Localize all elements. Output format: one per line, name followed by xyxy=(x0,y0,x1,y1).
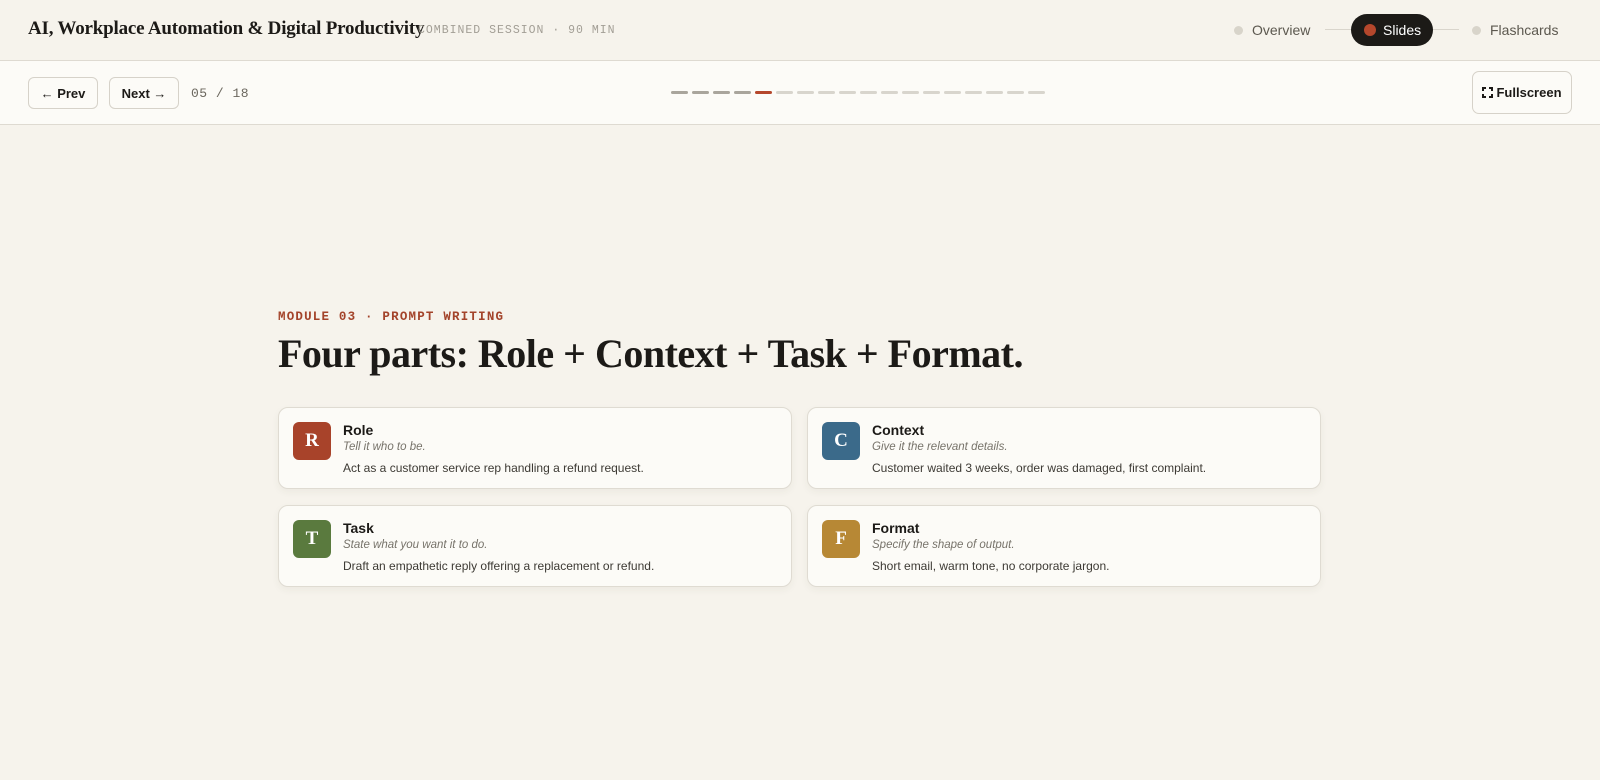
step-connector xyxy=(1325,29,1351,30)
slide-counter: 05 / 18 xyxy=(191,86,250,101)
fullscreen-button[interactable]: Fullscreen xyxy=(1472,71,1572,114)
fullscreen-label: Fullscreen xyxy=(1496,85,1562,100)
card-name: Task xyxy=(343,520,374,536)
tab-flashcards[interactable]: Flashcards xyxy=(1472,14,1558,46)
step-dot-icon xyxy=(1234,25,1243,35)
card-hint: State what you want it to do. xyxy=(343,539,488,551)
step-connector xyxy=(1433,29,1459,30)
progress-segment[interactable] xyxy=(734,91,751,94)
card-task: T Task State what you want it to do. Dra… xyxy=(278,505,792,587)
progress-segment[interactable] xyxy=(923,91,940,94)
card-description: Act as a customer service rep handling a… xyxy=(343,461,644,475)
tab-overview-label: Overview xyxy=(1252,22,1311,38)
card-description: Draft an empathetic reply offering a rep… xyxy=(343,559,655,573)
top-bar: AI, Workplace Automation & Digital Produ… xyxy=(0,0,1600,61)
step-dot-icon xyxy=(1472,25,1481,35)
slide-title: Four parts: Role + Context + Task + Form… xyxy=(278,331,1024,376)
progress-segment[interactable] xyxy=(713,91,730,94)
progress-segment[interactable] xyxy=(692,91,709,94)
progress-segment[interactable] xyxy=(818,91,835,94)
card-name: Role xyxy=(343,422,374,438)
card-format: F Format Specify the shape of output. Sh… xyxy=(807,505,1321,587)
card-context: C Context Give it the relevant details. … xyxy=(807,407,1321,489)
progress-segment[interactable] xyxy=(860,91,877,94)
card-description: Customer waited 3 weeks, order was damag… xyxy=(872,461,1207,475)
progress-segment[interactable] xyxy=(986,91,1003,94)
card-name: Context xyxy=(872,422,925,438)
card-hint: Give it the relevant details. xyxy=(872,441,1008,453)
slide-content: MODULE 03 · PROMPT WRITING Four parts: R… xyxy=(278,310,1322,587)
progress-segment[interactable] xyxy=(944,91,961,94)
mode-stepper: Overview Slides Flashcards xyxy=(1200,14,1600,46)
slide-eyebrow: MODULE 03 · PROMPT WRITING xyxy=(278,310,505,324)
card-role: R Role Tell it who to be. Act as a custo… xyxy=(278,407,792,489)
fullscreen-icon xyxy=(1482,87,1494,98)
progress-segment[interactable] xyxy=(1028,91,1045,94)
progress-segment[interactable] xyxy=(797,91,814,94)
tab-overview[interactable]: Overview xyxy=(1234,14,1310,46)
progress-segment[interactable] xyxy=(1007,91,1024,94)
progress-segment[interactable] xyxy=(671,91,688,94)
tab-slides-label: Slides xyxy=(1383,22,1422,38)
tab-slides[interactable]: Slides xyxy=(1351,14,1433,46)
task-badge: T xyxy=(293,520,331,558)
card-hint: Tell it who to be. xyxy=(343,441,426,453)
prev-button[interactable]: ← Prev xyxy=(28,77,98,109)
progress-segment[interactable] xyxy=(839,91,856,94)
tab-flashcards-label: Flashcards xyxy=(1490,22,1559,38)
app-title: AI, Workplace Automation & Digital Produ… xyxy=(28,18,425,39)
slide-progress xyxy=(671,91,1045,94)
context-badge: C xyxy=(822,422,860,460)
step-dot-icon xyxy=(1364,24,1376,36)
card-name: Format xyxy=(872,520,920,536)
progress-segment[interactable] xyxy=(776,91,793,94)
progress-segment[interactable] xyxy=(902,91,919,94)
role-badge: R xyxy=(293,422,331,460)
session-meta: COMBINED SESSION · 90 MIN xyxy=(418,24,616,37)
progress-segment[interactable] xyxy=(881,91,898,94)
next-button[interactable]: Next → xyxy=(109,77,179,109)
progress-segment[interactable] xyxy=(755,91,772,94)
progress-segment[interactable] xyxy=(965,91,982,94)
card-hint: Specify the shape of output. xyxy=(872,539,1015,551)
card-description: Short email, warm tone, no corporate jar… xyxy=(872,559,1110,573)
format-badge: F xyxy=(822,520,860,558)
slide-toolbar: ← Prev Next → 05 / 18 Fullscreen xyxy=(0,61,1600,125)
